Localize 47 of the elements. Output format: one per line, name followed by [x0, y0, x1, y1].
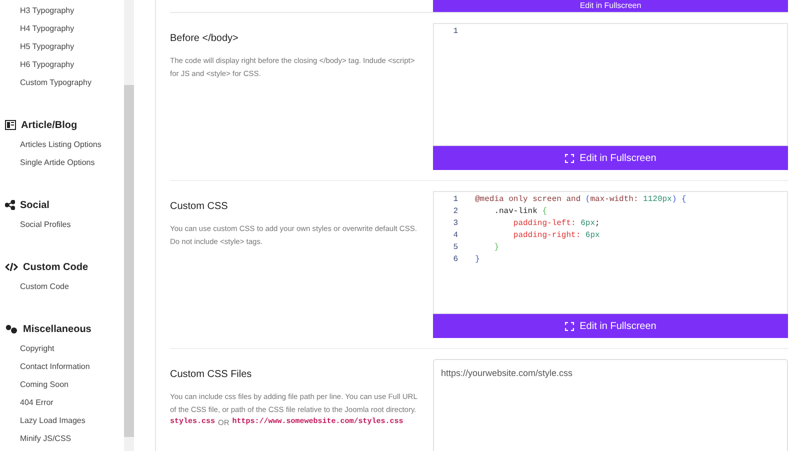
line-number: 1 [452, 194, 459, 206]
edit-fullscreen-button[interactable]: Edit in Fullscreen [433, 146, 788, 170]
code-line: padding-left: 6px; [512, 218, 600, 230]
fullscreen-icon [564, 322, 574, 330]
fullscreen-icon [564, 154, 574, 162]
sidebar-heading: Custom Code [23, 260, 88, 274]
sidebar-link[interactable]: Contact Information [20, 361, 90, 373]
sidebar-heading: Article/Blog [21, 118, 78, 132]
sidebar-link[interactable]: Lazy Load Images [20, 415, 86, 427]
book-icon [5, 120, 16, 130]
section-title: Custom CSS Files [170, 368, 253, 382]
sidebar-heading: Social [20, 198, 50, 212]
line-number: 2 [452, 206, 459, 218]
sidebar-link[interactable]: Articles Listing Options [20, 139, 102, 151]
edit-fullscreen-button[interactable]: Edit in Fullscreen [433, 0, 788, 12]
sidebar-link[interactable]: Coming Soon [20, 379, 68, 391]
sidebar-link[interactable]: H5 Typography [20, 41, 74, 53]
line-number: 6 [452, 254, 459, 266]
sidebar-link[interactable]: Custom Typography [20, 77, 92, 89]
line-number: 3 [452, 218, 459, 230]
code-editor[interactable]: 1 @media only screen and (max-width: 1120px) { 2 .nav-link { 3 padding-left: 6px; 4 padding-right: 6px 5 } 6 } [433, 191, 788, 314]
code-line: @media only screen and (max-width: 1120px) { [475, 194, 686, 206]
sidebar-link[interactable]: Custom Code [20, 281, 69, 293]
css-files-field[interactable]: https://yourwebsite.com/style.css [433, 359, 788, 451]
sidebar-link[interactable]: Social Profiles [20, 219, 71, 231]
sidebar-link[interactable]: H3 Typography [20, 5, 74, 17]
sidebar-link[interactable]: Minify JS/CSS [20, 433, 72, 445]
line-number: 4 [452, 230, 459, 242]
edit-fullscreen-button[interactable]: Edit in Fullscreen [433, 314, 788, 338]
sidebar-heading: Miscellaneous [23, 322, 92, 336]
code-line: .nav-link { [493, 206, 548, 218]
share-icon [5, 200, 15, 210]
sidebar-link[interactable]: Single Artide Options [20, 157, 95, 169]
code-line: } [475, 254, 480, 266]
code-line: } [493, 242, 500, 254]
code-editor[interactable]: 1 [433, 23, 788, 146]
line-number: 5 [452, 242, 459, 254]
sidebar-link[interactable]: H4 Typography [20, 23, 74, 35]
sidebar-link[interactable]: 404 Error [20, 397, 54, 409]
sidebar-link[interactable]: Copyright [20, 343, 54, 355]
line-number: 1 [452, 26, 459, 38]
scrollbar-thumb[interactable] [124, 85, 134, 437]
code-line: padding-right: 6px [512, 230, 600, 242]
section-title: Custom CSS [170, 200, 229, 214]
code-icon [5, 262, 18, 272]
sidebar-link[interactable]: H6 Typography [20, 59, 74, 71]
section-title: Before </body> [170, 32, 240, 46]
